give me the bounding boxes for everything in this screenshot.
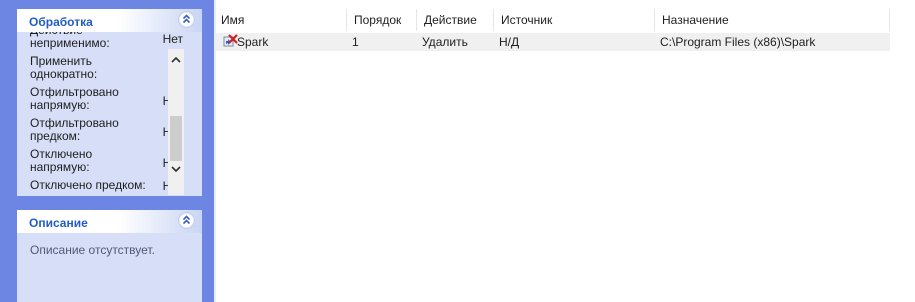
column-header-destination[interactable]: Назначение — [655, 9, 890, 31]
scroll-down-button[interactable] — [168, 161, 184, 178]
collapse-processing-button[interactable] — [178, 11, 195, 28]
column-header-source[interactable]: Источник — [494, 9, 655, 31]
property-label: Отфильтровано предком: — [30, 116, 119, 143]
property-label: Отключено предком: — [30, 178, 146, 192]
description-panel-title: Описание — [29, 216, 88, 230]
property-label: Отключено напрямую: — [30, 147, 93, 174]
table-row[interactable]: Spark 1 Удалить Н/Д C:\Program Files (x8… — [216, 33, 890, 51]
property-label: Действие неприменимо: — [30, 32, 110, 50]
collapse-description-button[interactable] — [178, 212, 195, 229]
property-label: Отфильтровано напрямую: — [30, 85, 119, 112]
processing-panel-title: Обработка — [29, 15, 93, 29]
property-row: Отфильтровано напрямую: Нет — [17, 85, 185, 116]
row-name: Spark — [237, 35, 269, 49]
property-label: Применить однократно: — [30, 54, 98, 81]
description-panel: Описание Описание отсутствует. — [17, 210, 202, 302]
column-header-row: Имя Порядок Действие Источник Назначение — [214, 9, 915, 31]
column-header-name[interactable]: Имя — [214, 9, 347, 31]
property-row: Отфильтровано предком: Нет — [17, 116, 185, 147]
description-panel-header[interactable]: Описание — [17, 210, 202, 233]
scroll-up-button[interactable] — [168, 51, 184, 68]
double-chevron-up-icon — [182, 215, 191, 225]
property-value: Нет — [162, 32, 183, 46]
double-chevron-up-icon — [182, 14, 191, 24]
processing-panel-header[interactable]: Обработка — [17, 9, 202, 32]
properties-scrollbar[interactable] — [168, 49, 184, 195]
cell-destination: C:\Program Files (x86)\Spark — [660, 35, 816, 49]
cell-source: Н/Д — [499, 35, 520, 49]
property-row: Отключено напрямую: Нет — [17, 147, 185, 178]
property-row: Действие неприменимо: Нет — [17, 32, 185, 54]
scroll-thumb[interactable] — [170, 116, 182, 161]
property-row: Применить однократно: Да — [17, 54, 185, 85]
cell-action: Удалить — [422, 35, 468, 49]
description-text: Описание отсутствует. — [30, 243, 155, 257]
cell-order: 1 — [352, 35, 359, 49]
task-pane: Обработка Действие неприменимо: Нет Прим… — [0, 0, 214, 302]
items-list-view[interactable]: Имя Порядок Действие Источник Назначение… — [214, 0, 915, 302]
chevron-up-icon — [171, 56, 181, 63]
chevron-down-icon — [171, 166, 181, 173]
column-header-filler — [890, 9, 915, 31]
column-header-action[interactable]: Действие — [417, 9, 494, 31]
shortcut-delete-icon — [223, 34, 238, 47]
column-header-order[interactable]: Порядок — [347, 9, 417, 31]
property-row: Отключено предком: Нет — [17, 178, 185, 194]
properties-list: Действие неприменимо: Нет Применить одно… — [17, 32, 185, 196]
